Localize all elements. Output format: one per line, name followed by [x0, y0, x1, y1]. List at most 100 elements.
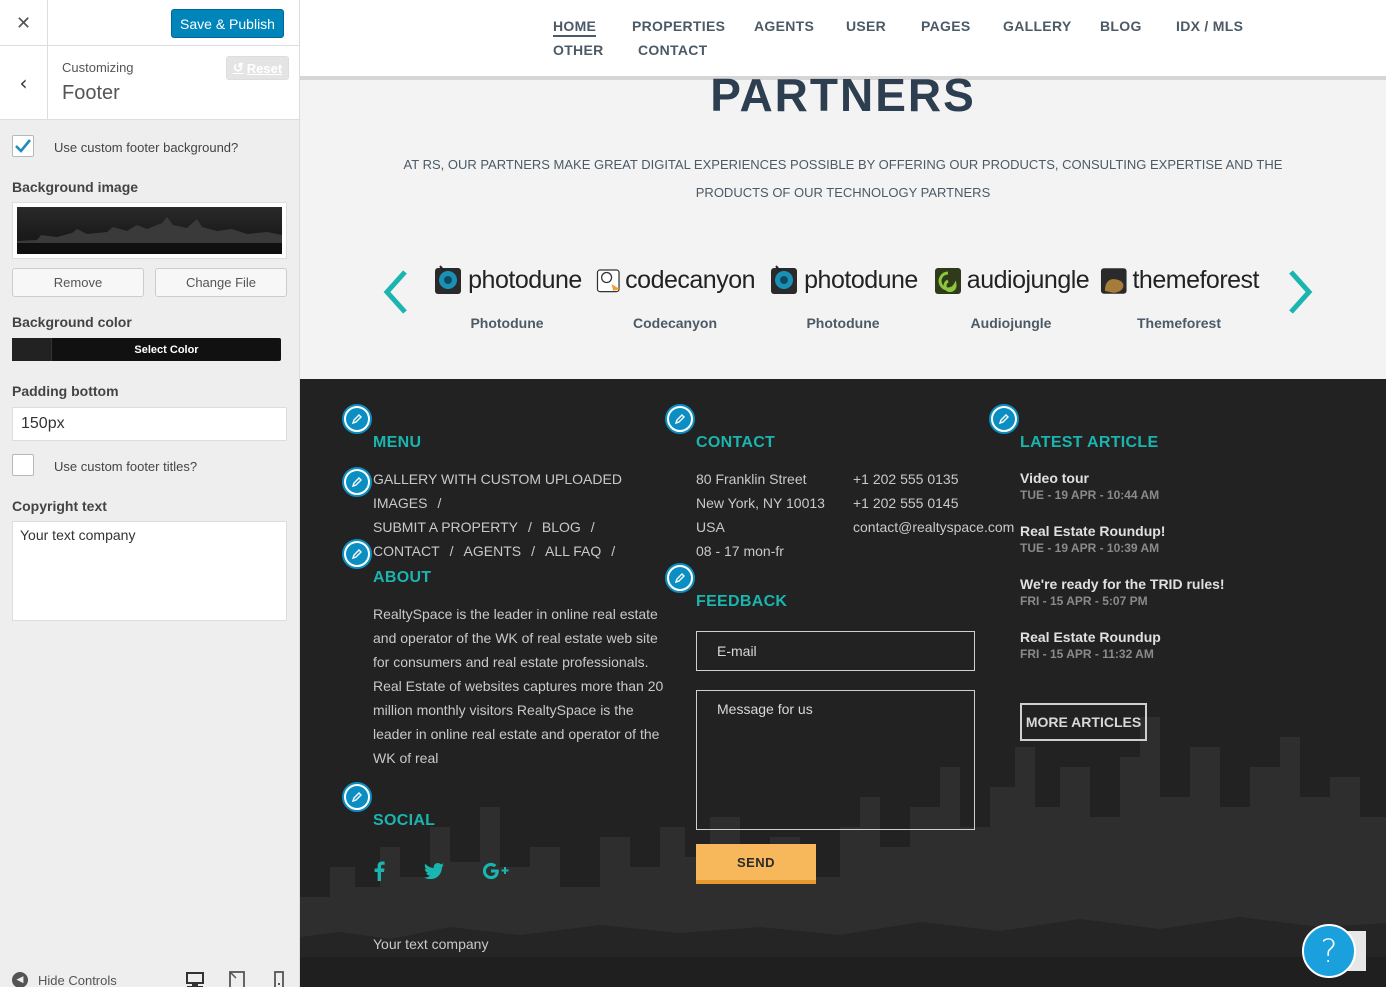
back-button[interactable]: ‹: [0, 46, 48, 120]
more-articles-button[interactable]: MORE ARTICLES: [1020, 703, 1147, 741]
save-publish-button[interactable]: Save & Publish: [171, 9, 284, 38]
desktop-preview-icon[interactable]: [186, 970, 204, 987]
chevron-left-icon: ‹: [19, 71, 28, 95]
menu-link-contact[interactable]: CONTACT: [373, 543, 440, 559]
address-line-1: 80 Franklin Street: [696, 471, 807, 487]
article-date: FRI - 15 APR - 5:07 PM: [1020, 594, 1148, 608]
help-button[interactable]: ?: [1302, 924, 1356, 978]
article-date: TUE - 19 APR - 10:44 AM: [1020, 488, 1160, 502]
customizer-header: ✕ Save & Publish: [0, 0, 299, 46]
partner-item[interactable]: photodune Photodune: [763, 262, 923, 331]
padding-label: Padding bottom: [12, 383, 119, 399]
menu-link-submit[interactable]: SUBMIT A PROPERTY: [373, 519, 518, 535]
carousel-prev-icon[interactable]: [380, 268, 410, 316]
edit-articles-widget-button[interactable]: [989, 404, 1019, 434]
carousel-next-icon[interactable]: [1286, 268, 1316, 316]
address-line-2: New York, NY 10013: [696, 495, 825, 511]
photodune-logo-icon: [771, 265, 798, 294]
contact-details: +1 202 555 0135 +1 202 555 0145 contact@…: [853, 467, 1014, 539]
menu-link-gallery[interactable]: GALLERY WITH CUSTOM UPLOADED IMAGES: [373, 471, 622, 511]
contact-email[interactable]: contact@realtyspace.com: [853, 515, 1014, 539]
edit-social-widget-button[interactable]: [342, 782, 372, 812]
phone-1[interactable]: +1 202 555 0135: [853, 467, 1014, 491]
about-title: ABOUT: [373, 569, 432, 586]
custom-bg-checkbox[interactable]: [12, 135, 34, 157]
send-button[interactable]: SEND: [696, 844, 816, 884]
bg-image-label: Background image: [12, 179, 139, 195]
nav-contact[interactable]: CONTACT: [638, 42, 708, 58]
pencil-icon: [351, 477, 362, 488]
nav-agents[interactable]: AGENTS: [754, 18, 814, 34]
menu-link-faq[interactable]: ALL FAQ: [545, 543, 601, 559]
nav-idx-mls[interactable]: IDX / MLS: [1176, 18, 1243, 34]
close-icon: ✕: [15, 12, 32, 34]
twitter-icon[interactable]: [424, 859, 444, 883]
feedback-message-input[interactable]: Message for us: [696, 690, 975, 830]
select-color-button[interactable]: Select Color: [12, 338, 281, 361]
bg-image-thumbnail: [17, 207, 282, 254]
nav-pages[interactable]: PAGES: [921, 18, 970, 34]
article-item[interactable]: Video tour TUE - 19 APR - 10:44 AM: [1020, 470, 1159, 502]
partner-item[interactable]: audiojungle Audiojungle: [931, 262, 1091, 331]
hide-controls-label: Hide Controls: [38, 972, 117, 987]
nav-user[interactable]: USER: [846, 18, 886, 34]
nav-properties[interactable]: PROPERTIES: [632, 18, 725, 34]
partner-item[interactable]: photodune Photodune: [427, 262, 587, 331]
menu-link-agents[interactable]: AGENTS: [464, 543, 522, 559]
edit-menu-links-button[interactable]: [342, 467, 372, 497]
pencil-icon: [674, 573, 685, 584]
hide-controls-button[interactable]: ◀ Hide Controls: [12, 972, 117, 987]
section-title: Footer: [62, 82, 120, 104]
pencil-icon: [351, 549, 362, 560]
change-file-button[interactable]: Change File: [155, 268, 287, 297]
partners-title: PARTNERS: [710, 69, 976, 121]
nav-home[interactable]: HOME: [553, 18, 597, 37]
address-line-3: USA: [696, 519, 725, 535]
tablet-preview-icon[interactable]: [228, 970, 246, 987]
padding-bottom-input[interactable]: 150px: [12, 407, 287, 441]
mobile-preview-icon[interactable]: [270, 970, 288, 987]
remove-image-button[interactable]: Remove: [12, 268, 144, 297]
close-customizer-button[interactable]: ✕: [0, 0, 48, 46]
article-title[interactable]: Video tour: [1020, 470, 1159, 486]
nav-other[interactable]: OTHER: [553, 42, 604, 58]
article-item[interactable]: Real Estate Roundup FRI - 15 APR - 11:32…: [1020, 629, 1161, 661]
article-item[interactable]: We're ready for the TRID rules! FRI - 15…: [1020, 576, 1225, 608]
edit-about-widget-button[interactable]: [342, 539, 372, 569]
custom-titles-checkbox[interactable]: [12, 454, 34, 476]
edit-feedback-widget-button[interactable]: [665, 563, 695, 593]
phone-2[interactable]: +1 202 555 0145: [853, 491, 1014, 515]
article-title[interactable]: Real Estate Roundup!: [1020, 523, 1165, 539]
article-title[interactable]: Real Estate Roundup: [1020, 629, 1161, 645]
reset-button[interactable]: ↺ Reset: [226, 56, 289, 80]
contact-address: 80 Franklin Street New York, NY 10013 US…: [696, 467, 825, 563]
about-text: RealtySpace is the leader in online real…: [373, 606, 664, 766]
partner-name: Photodune: [470, 315, 544, 331]
partner-name: Audiojungle: [970, 315, 1052, 331]
copyright-textarea[interactable]: Your text company: [12, 521, 287, 621]
custom-titles-label: Use custom footer titles?: [54, 459, 198, 474]
social-title: SOCIAL: [373, 812, 436, 829]
article-title[interactable]: We're ready for the TRID rules!: [1020, 576, 1225, 592]
facebook-icon[interactable]: [373, 859, 385, 883]
partner-item[interactable]: codecanyon Codecanyon: [595, 262, 755, 331]
edit-menu-widget-button[interactable]: [342, 404, 372, 434]
copyright-label: Copyright text: [12, 498, 107, 514]
nav-gallery[interactable]: GALLERY: [1003, 18, 1071, 34]
google-plus-icon[interactable]: [482, 859, 510, 883]
codecanyon-logo-icon: [596, 269, 620, 293]
edit-contact-widget-button[interactable]: [665, 404, 695, 434]
partner-name: Photodune: [806, 315, 880, 331]
feedback-email-input[interactable]: E-mail: [696, 631, 975, 671]
partner-item[interactable]: themeforest Themeforest: [1099, 262, 1259, 331]
site-footer: MENU GALLERY WITH CUSTOM UPLOADED IMAGES…: [300, 379, 1386, 987]
menu-link-blog[interactable]: BLOG: [542, 519, 581, 535]
customizing-label: Customizing: [62, 60, 134, 75]
nav-blog[interactable]: BLOG: [1100, 18, 1142, 34]
photodune-logo-icon: [435, 265, 462, 294]
footer-copyright: Your text company: [373, 936, 489, 952]
audiojungle-logo-icon: [934, 268, 961, 294]
article-item[interactable]: Real Estate Roundup! TUE - 19 APR - 10:3…: [1020, 523, 1165, 555]
pencil-icon: [998, 414, 1009, 425]
bg-image-preview: [12, 202, 287, 259]
